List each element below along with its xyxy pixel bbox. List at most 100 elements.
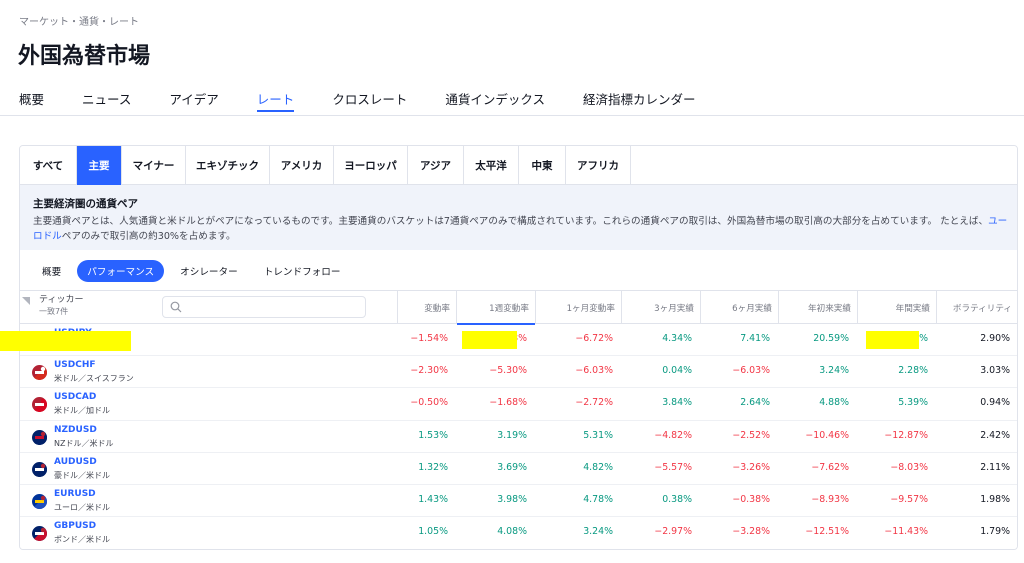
tab-rates[interactable]: レート	[256, 89, 294, 115]
cell-change-1w: 4.08%	[497, 526, 527, 538]
region-tab-americas[interactable]: アメリカ	[270, 146, 334, 185]
tab-news[interactable]: ニュース	[82, 89, 131, 115]
table-row-audusd[interactable]: AUDUSD 豪ドル／米ドル 1.32% 3.69% 4.82% −5.57% −3.26%…	[20, 453, 1017, 485]
tab-ideas[interactable]: アイデア	[169, 89, 218, 115]
cell-perf-ytd: −12.51%	[805, 526, 849, 538]
view-tab-oscillators[interactable]: オシレーター	[170, 260, 248, 282]
symbol-description: 豪ドル／米ドル	[54, 470, 110, 480]
ticker-search[interactable]	[162, 296, 366, 318]
table-row-eurusd[interactable]: EURUSD ユーロ／米ドル 1.43% 3.98% 4.78% 0.38% −0.38% −…	[20, 485, 1017, 518]
region-tab-pacific[interactable]: 太平洋	[464, 146, 519, 185]
view-tab-performance[interactable]: パフォーマンス	[77, 260, 165, 282]
cell-perf-6m: 2.64%	[740, 397, 770, 409]
region-tab-all[interactable]: すべて	[20, 146, 77, 185]
region-tab-africa[interactable]: アフリカ	[566, 146, 631, 185]
cell-change-1w: −1.68%	[489, 397, 527, 409]
column-header-volatility[interactable]: ボラティリティ	[936, 291, 1017, 324]
ticker-column-header[interactable]: ティッカー 一致7件	[39, 295, 83, 317]
column-header-change[interactable]: 変動率	[397, 291, 456, 324]
cell-perf-1y: −11.43%	[884, 526, 928, 538]
main-tabs: 概要 ニュース アイデア レート クロスレート 通貨インデックス 経済指標カレン…	[19, 89, 733, 115]
highlight-usdjpy	[0, 331, 131, 351]
column-header-change-1w[interactable]: 1週変動率	[456, 291, 535, 325]
flag-icon	[32, 397, 47, 413]
region-tab-middle-east[interactable]: 中東	[519, 146, 566, 185]
match-count: 一致7件	[39, 307, 69, 316]
table-row-gbpusd[interactable]: GBPUSD ポンド／米ドル 1.05% 4.08% 3.24% −2.97% −3.28%…	[20, 517, 1017, 549]
flag-icon	[32, 429, 47, 445]
performance-panel: 概要 パフォーマンス オシレーター トレンドフォロー ティッカー 一致7件 変動…	[20, 250, 1017, 549]
tab-cross-rates[interactable]: クロスレート	[332, 89, 407, 115]
column-header-change-1m[interactable]: 1ヶ月変動率	[535, 291, 621, 324]
tab-currency-indices[interactable]: 通貨インデックス	[445, 89, 545, 115]
region-tab-europe[interactable]: ヨーロッパ	[334, 146, 408, 185]
highlight-usdjpy-1week	[462, 331, 517, 349]
symbol-description: ユーロ／米ドル	[54, 502, 110, 512]
cell-perf-1y: 5.39%	[898, 397, 928, 409]
region-tab-major[interactable]: 主要	[77, 146, 122, 185]
ticker-search-input[interactable]	[187, 300, 357, 314]
cell-perf-6m: −0.38%	[732, 493, 770, 505]
cell-change-1w: 3.19%	[497, 429, 527, 441]
cell-change: 1.43%	[418, 493, 448, 505]
cell-change: −0.50%	[410, 397, 448, 409]
cell-change: 1.32%	[418, 461, 448, 473]
cell-perf-ytd: 4.88%	[819, 397, 849, 409]
cell-volatility: 0.94%	[980, 397, 1010, 409]
tab-economic-calendar[interactable]: 経済指標カレンダー	[583, 89, 696, 115]
column-header-perf-1y[interactable]: 年間実績	[857, 291, 936, 324]
region-tab-exotic[interactable]: エキゾチック	[186, 146, 270, 185]
tab-overview[interactable]: 概要	[19, 89, 44, 115]
cell-change-1m: −6.72%	[575, 333, 613, 344]
cell-perf-6m: 7.41%	[740, 333, 770, 344]
view-tab-overview[interactable]: 概要	[32, 260, 71, 282]
cell-change-1m: 4.78%	[583, 493, 613, 505]
category-description-text: 主要通貨ペアとは、人気通貨と米ドルとがペアになっているものです。主要通貨のバスケ…	[33, 214, 1008, 244]
symbol-link[interactable]: USDCHF	[54, 360, 96, 370]
cell-change-1m: 4.82%	[583, 461, 613, 473]
column-header-perf-6m[interactable]: 6ヶ月実績	[700, 291, 778, 324]
cell-perf-3m: −5.57%	[654, 461, 692, 473]
sort-icon[interactable]	[21, 296, 31, 306]
cell-change-1m: 5.31%	[583, 429, 613, 441]
symbol-link[interactable]: USDCAD	[54, 392, 96, 402]
symbol-link[interactable]: EURUSD	[54, 489, 96, 499]
cell-perf-ytd: −8.93%	[811, 493, 849, 505]
description-body-end: ペアのみで取引高の約30%を占めます。	[61, 231, 236, 242]
cell-perf-ytd: 3.24%	[819, 365, 849, 377]
flag-icon	[32, 526, 47, 542]
cell-change: −2.30%	[410, 365, 448, 377]
cell-volatility: 1.98%	[980, 493, 1010, 505]
table-row-usdchf[interactable]: USDCHF 米ドル／スイスフラン −2.30% −5.30% −6.03% 0.04% −…	[20, 356, 1017, 389]
highlight-usdjpy-1year	[866, 331, 919, 349]
cell-volatility: 2.42%	[980, 429, 1010, 441]
cell-perf-3m: −4.82%	[654, 429, 692, 441]
cell-perf-6m: −3.26%	[732, 461, 770, 473]
symbol-link[interactable]: NZDUSD	[54, 425, 97, 435]
region-tab-asia[interactable]: アジア	[408, 146, 464, 185]
table-row-usdcad[interactable]: USDCAD 米ドル／加ドル −0.50% −1.68% −2.72% 3.84% 2.64…	[20, 388, 1017, 421]
cell-volatility: 2.11%	[980, 461, 1010, 473]
column-header-perf-3m[interactable]: 3ヶ月実績	[621, 291, 700, 324]
column-header-perf-ytd[interactable]: 年初来実績	[778, 291, 857, 324]
cell-perf-ytd: −10.46%	[805, 429, 849, 441]
table-row-nzdusd[interactable]: NZDUSD NZドル／米ドル 1.53% 3.19% 5.31% −4.82% −2.52…	[20, 421, 1017, 453]
region-tabs: すべて 主要 マイナー エキゾチック アメリカ ヨーロッパ アジア 太平洋 中東…	[20, 146, 1017, 185]
cell-perf-6m: −6.03%	[732, 365, 770, 377]
symbol-description: ポンド／米ドル	[54, 535, 110, 545]
category-title: 主要経済圏の通貨ペア	[33, 198, 138, 210]
cell-perf-1y: −9.57%	[890, 493, 928, 505]
symbol-description: 米ドル／スイスフラン	[54, 374, 134, 384]
cell-perf-ytd: −7.62%	[811, 461, 849, 473]
main-tabs-divider	[0, 115, 1024, 116]
breadcrumb[interactable]: マーケット・通貨・レート	[19, 13, 139, 28]
cell-perf-1y: −12.87%	[884, 429, 928, 441]
symbol-link[interactable]: GBPUSD	[54, 521, 96, 531]
cell-perf-3m: 4.34%	[662, 333, 692, 344]
region-tab-minor[interactable]: マイナー	[122, 146, 186, 185]
cell-perf-1y: −8.03%	[890, 461, 928, 473]
symbol-link[interactable]: AUDUSD	[54, 457, 97, 467]
table-header: ティッカー 一致7件 変動率 1週変動率 1ヶ月変動率 3ヶ月実績 6ヶ月実績 年初来実績…	[20, 290, 1017, 325]
symbol-description: NZドル／米ドル	[54, 438, 114, 448]
view-tab-trend-following[interactable]: トレンドフォロー	[254, 260, 351, 282]
